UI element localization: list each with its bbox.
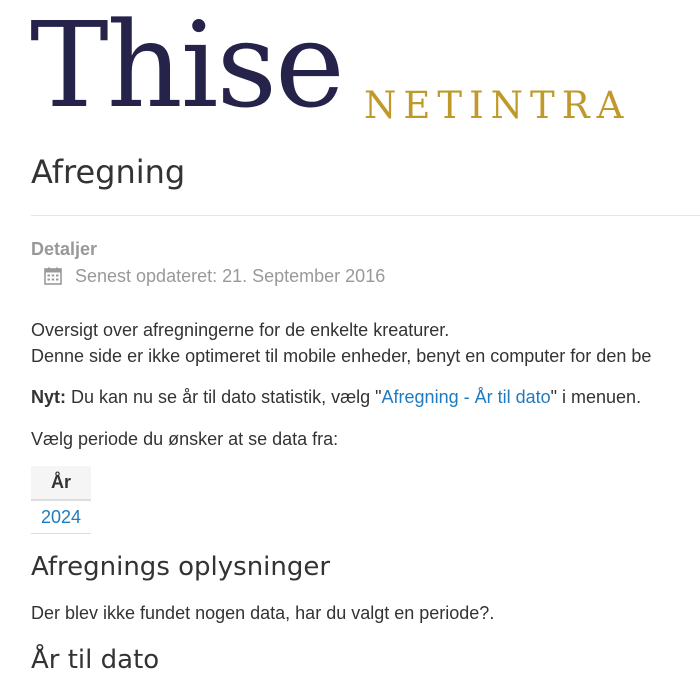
logo-wordmark: Thise [30,0,345,134]
year-column-header: År [31,466,91,501]
period-table: År 2024 [31,466,91,534]
logo-subtitle: NETINTRA [364,84,631,127]
year-link-2024[interactable]: 2024 [41,507,81,527]
period-prompt: Vælg periode du ønsker at se data fra: [31,429,339,449]
page-title: Afregning [31,153,186,191]
year-cell: 2024 [31,500,91,534]
ytd-title: År til dato [31,645,160,675]
news-text-before: Du kan nu se år til dato statistik, vælg… [66,387,382,407]
news-label: Nyt: [31,387,66,407]
no-data-message: Der blev ikke fundet nogen data, har du … [31,603,495,623]
calendar-icon [44,267,62,285]
news-notice: Nyt: Du kan nu se år til dato statistik,… [31,386,641,408]
intro-text-1: Oversigt over afregningerne for de enkel… [31,320,450,340]
table-row: 2024 [31,500,91,534]
news-text-after: " i menuen. [550,387,642,407]
last-updated: Senest opdateret: 21. September 2016 [44,265,385,287]
details-label: Detaljer [31,239,98,259]
title-divider [31,215,700,216]
intro-text-2: Denne side er ikke optimeret til mobile … [31,346,652,366]
ytd-link[interactable]: Afregning - År til dato [382,387,551,407]
settlement-title: Afregnings oplysninger [31,552,331,582]
last-updated-text: Senest opdateret: 21. September 2016 [75,266,386,286]
